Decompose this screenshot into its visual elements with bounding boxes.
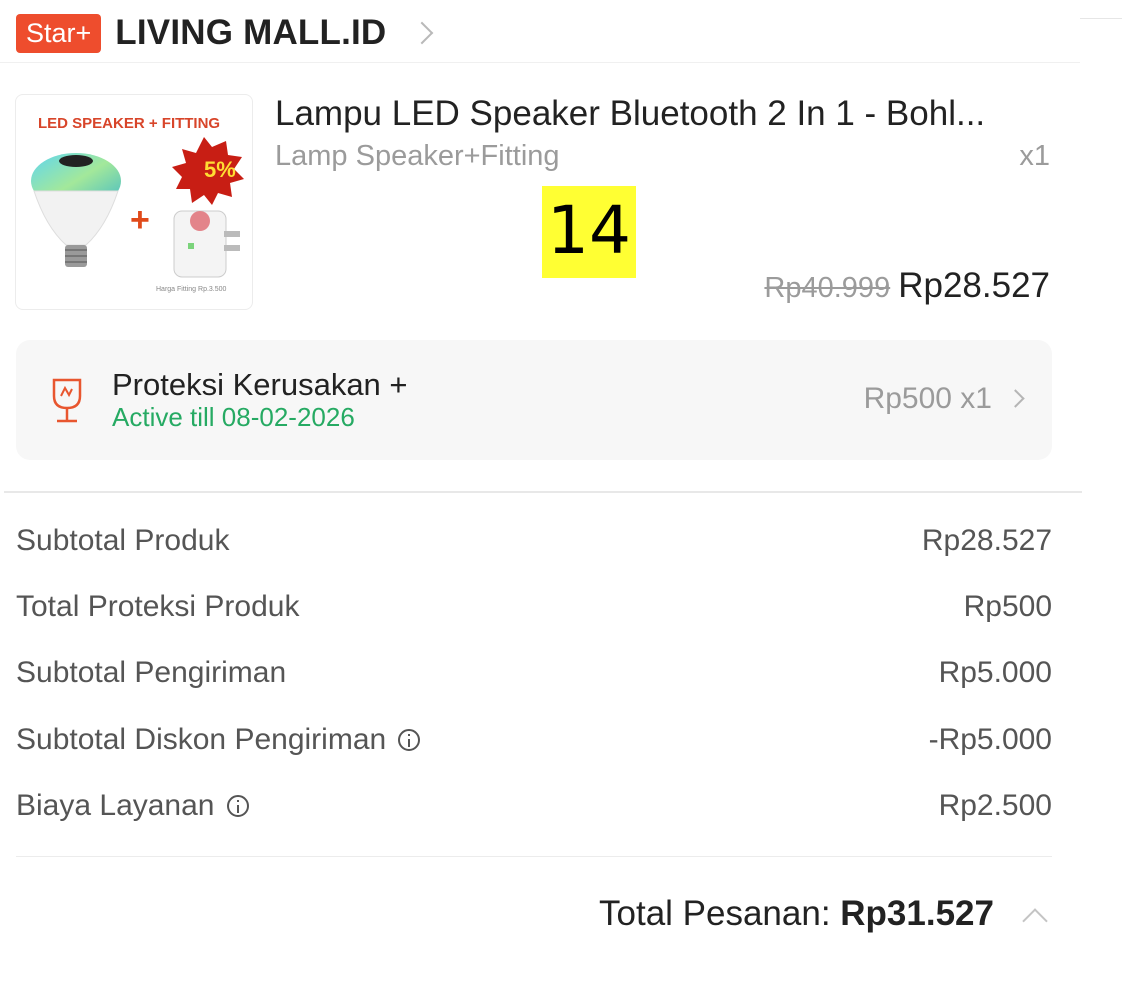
summary-label: Total Proteksi Produk	[16, 590, 300, 623]
order-total-value: Rp31.527	[840, 894, 994, 933]
summary-label-wrap: Subtotal Diskon Pengiriman	[16, 723, 421, 757]
summary-row-total-proteksi: Total Proteksi Produk Rp500	[16, 585, 1052, 629]
order-total-label: Total Pesanan:	[599, 894, 841, 933]
shop-header[interactable]: Star+ LIVING MALL.ID	[16, 12, 434, 54]
image-caption-text: Harga Fitting Rp.3.500	[156, 286, 227, 293]
image-banner-text: LED SPEAKER + FITTING	[38, 115, 220, 132]
product-variant: Lamp Speaker+Fitting	[275, 140, 560, 172]
summary-value: -Rp5.000	[928, 723, 1052, 756]
summary-value: Rp500	[963, 590, 1052, 623]
chevron-right-icon[interactable]	[411, 21, 434, 45]
product-thumbnail[interactable]: LED SPEAKER + FITTING + 5% Harga Fitting…	[15, 94, 253, 310]
protection-card[interactable]: Proteksi Kerusakan + Active till 08-02-2…	[16, 340, 1052, 460]
divider	[4, 491, 1082, 493]
image-discount-text: 5%	[204, 157, 236, 182]
protection-price: Rp500 x1	[863, 382, 992, 415]
product-image: LED SPEAKER + FITTING + 5% Harga Fitting…	[31, 115, 244, 293]
chevron-up-icon[interactable]	[1022, 908, 1048, 934]
annotation-label: 14	[542, 186, 636, 278]
product-title[interactable]: Lampu LED Speaker Bluetooth 2 In 1 - Boh…	[275, 94, 1050, 134]
broken-glass-icon	[52, 378, 82, 423]
original-price: Rp40.999	[764, 272, 891, 304]
summary-label: Biaya Layanan	[16, 789, 215, 822]
product-prices: Rp40.999 Rp28.527	[764, 266, 1050, 306]
summary-row-subtotal-produk: Subtotal Produk Rp28.527	[16, 519, 1052, 563]
info-icon[interactable]	[398, 729, 421, 751]
summary-value: Rp2.500	[938, 789, 1052, 822]
image-plus-text: +	[130, 201, 150, 239]
divider	[0, 62, 1080, 63]
summary-label: Subtotal Produk	[16, 524, 230, 557]
summary-row-biaya-layanan: Biaya Layanan Rp2.500	[16, 784, 1052, 828]
protection-title: Proteksi Kerusakan +	[112, 367, 408, 402]
summary-value: Rp28.527	[921, 524, 1052, 557]
protection-active-until: Active till 08-02-2026	[112, 402, 355, 432]
summary-label-wrap: Biaya Layanan	[16, 789, 249, 823]
divider	[1080, 18, 1122, 19]
shop-name[interactable]: LIVING MALL.ID	[115, 13, 386, 53]
product-quantity: x1	[1019, 140, 1050, 172]
summary-label: Subtotal Diskon Pengiriman	[16, 723, 387, 756]
star-plus-badge: Star+	[16, 13, 102, 53]
summary-row-diskon-pengiriman: Subtotal Diskon Pengiriman -Rp5.000	[16, 718, 1052, 762]
summary-label: Subtotal Pengiriman	[16, 656, 287, 689]
chevron-right-icon[interactable]	[1006, 389, 1025, 408]
order-total[interactable]: Total Pesanan: Rp31.527	[599, 894, 994, 934]
current-price: Rp28.527	[898, 266, 1050, 305]
info-icon[interactable]	[226, 795, 249, 817]
summary-row-subtotal-pengiriman: Subtotal Pengiriman Rp5.000	[16, 651, 1052, 695]
summary-value: Rp5.000	[938, 656, 1052, 689]
divider	[16, 856, 1052, 857]
